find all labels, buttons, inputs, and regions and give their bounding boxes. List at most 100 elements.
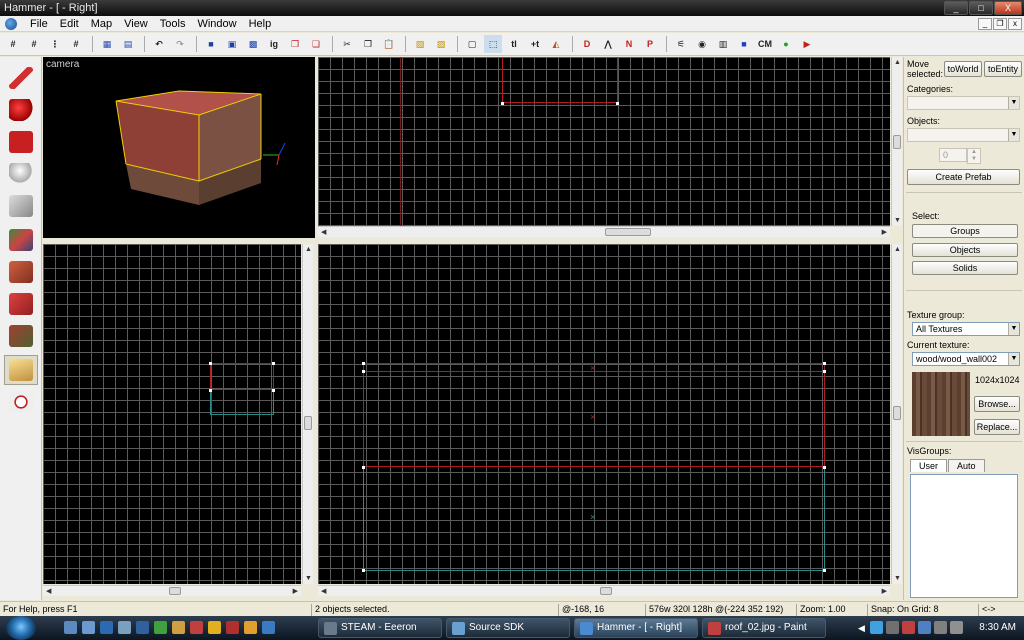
cordon-icon[interactable]: ❒	[286, 35, 304, 53]
selection-handle[interactable]	[823, 370, 826, 373]
paste-icon[interactable]: 📋	[380, 35, 398, 53]
menu-tools[interactable]: Tools	[154, 17, 192, 31]
selection-handle[interactable]	[209, 389, 212, 392]
scroll-thumb[interactable]	[605, 228, 651, 236]
camera-viewport[interactable]: camera	[43, 57, 315, 238]
menu-window[interactable]: Window	[191, 17, 242, 31]
flip-icon[interactable]: ◭	[547, 35, 565, 53]
top-viewport-vscrollbar[interactable]: ▲ ▼	[891, 57, 902, 226]
media-player-icon[interactable]	[154, 621, 167, 634]
scroll-thumb[interactable]	[169, 587, 181, 595]
redo-icon[interactable]: ↷	[171, 35, 189, 53]
prefab-count-stepper[interactable]: ▲ ▼	[967, 148, 981, 164]
texture-scale-icon[interactable]: +t	[526, 35, 544, 53]
selection-handle[interactable]	[823, 362, 826, 365]
overlay-tool-icon[interactable]	[4, 321, 38, 351]
cut-icon[interactable]: ✂	[338, 35, 356, 53]
top-viewport-hscrollbar[interactable]: ◀ ▶	[318, 226, 890, 237]
to-entity-button[interactable]: toEntity	[984, 61, 1022, 77]
network-icon[interactable]	[870, 621, 883, 634]
switch-windows-icon[interactable]	[82, 621, 95, 634]
internet-explorer-icon[interactable]	[100, 621, 113, 634]
grid-icon[interactable]: #	[4, 35, 22, 53]
solids-button[interactable]: Solids	[912, 261, 1018, 275]
model-icon[interactable]: D	[578, 35, 596, 53]
selection-handle[interactable]	[362, 370, 365, 373]
entity-icon[interactable]: ▥	[714, 35, 732, 53]
globe-icon[interactable]: ◉	[693, 35, 711, 53]
run-icon[interactable]: ▶	[798, 35, 816, 53]
selection-handle[interactable]	[272, 389, 275, 392]
texture-lock-icon[interactable]: tl	[505, 35, 523, 53]
hazard-icon[interactable]: ▧	[411, 35, 429, 53]
select-dotted-icon[interactable]: ⬚	[484, 35, 502, 53]
visgroups-list[interactable]	[910, 474, 1018, 598]
groups-button[interactable]: Groups	[912, 224, 1018, 238]
tray-expand-icon[interactable]: ◀	[858, 623, 865, 634]
apply-texture-icon[interactable]	[4, 257, 38, 287]
selection-handle[interactable]	[823, 466, 826, 469]
objects-dropdown[interactable]: ▼	[907, 128, 1020, 142]
hide-icon[interactable]: ▣	[223, 35, 241, 53]
displacement-icon[interactable]: ⚟	[672, 35, 690, 53]
selection-handle[interactable]	[823, 569, 826, 572]
clipping-tool-icon[interactable]	[4, 355, 38, 385]
front-viewport-vscrollbar[interactable]: ▲ ▼	[302, 244, 313, 584]
select-icon[interactable]: ▢	[463, 35, 481, 53]
antivirus-icon[interactable]	[902, 621, 915, 634]
browse-button[interactable]: Browse...	[974, 396, 1020, 412]
create-prefab-button[interactable]: Create Prefab	[907, 169, 1020, 185]
power-icon[interactable]	[934, 621, 947, 634]
right-viewport[interactable]: × × ×	[318, 244, 890, 584]
selection-handle[interactable]	[362, 466, 365, 469]
show-desktop-icon[interactable]	[64, 621, 77, 634]
selection-handle[interactable]	[362, 569, 365, 572]
selection-handle[interactable]	[209, 362, 212, 365]
cube-blue-icon[interactable]: ■	[735, 35, 753, 53]
categories-dropdown[interactable]: ▼	[907, 96, 1020, 110]
mdi-close-button[interactable]: x	[1008, 18, 1022, 30]
vertex-tool-icon[interactable]	[4, 387, 38, 417]
group-icon[interactable]: ▦	[98, 35, 116, 53]
folder-icon[interactable]	[172, 621, 185, 634]
selection-handle[interactable]	[616, 102, 619, 105]
to-world-button[interactable]: toWorld	[944, 61, 982, 77]
tab-user[interactable]: User	[910, 459, 948, 472]
mdi-minimize-button[interactable]: _	[978, 18, 992, 30]
menu-edit[interactable]: Edit	[54, 17, 85, 31]
decal-icon[interactable]: P	[641, 35, 659, 53]
menu-file[interactable]: File	[24, 17, 54, 31]
top-viewport[interactable]	[318, 57, 890, 226]
front-viewport[interactable]	[43, 244, 301, 584]
menu-map[interactable]: Map	[85, 17, 118, 31]
menu-help[interactable]: Help	[243, 17, 278, 31]
app-quick-icon[interactable]	[226, 621, 239, 634]
app-globe-icon[interactable]	[5, 18, 17, 30]
scroll-thumb[interactable]	[600, 587, 612, 595]
browser-icon[interactable]	[136, 621, 149, 634]
right-viewport-vscrollbar[interactable]: ▲ ▼	[891, 244, 902, 584]
right-viewport-hscrollbar[interactable]: ◀ ▶	[318, 585, 890, 596]
current-texture-dropdown[interactable]: wood/wood_wall002 ▼	[912, 352, 1020, 366]
magnify-tool-icon[interactable]	[4, 95, 38, 125]
texture-group-dropdown[interactable]: All Textures ▼	[912, 322, 1020, 336]
task-hammer[interactable]: Hammer - [ - Right]	[574, 618, 698, 638]
block-tool-icon[interactable]	[4, 191, 38, 221]
selection-handle[interactable]	[272, 362, 275, 365]
dot-grid-icon[interactable]: ⋮	[46, 35, 64, 53]
copy-icon[interactable]: ❐	[359, 35, 377, 53]
tab-auto[interactable]: Auto	[948, 459, 985, 472]
entity-tool-icon[interactable]	[4, 159, 38, 189]
green-ball-icon[interactable]: ●	[777, 35, 795, 53]
device-icon[interactable]	[950, 621, 963, 634]
quickhide-icon[interactable]: ig	[265, 35, 283, 53]
task-source-sdk[interactable]: Source SDK	[446, 618, 570, 638]
texture-preview[interactable]	[912, 372, 970, 436]
utility-quick-icon[interactable]	[244, 621, 257, 634]
3d-grid-icon[interactable]: #	[25, 35, 43, 53]
texture-application-icon[interactable]	[4, 225, 38, 255]
hazard-alt-icon[interactable]: ▨	[432, 35, 450, 53]
messenger-icon[interactable]	[208, 621, 221, 634]
scroll-thumb[interactable]	[893, 406, 901, 420]
prefab-count-input[interactable]: 0	[939, 148, 967, 162]
